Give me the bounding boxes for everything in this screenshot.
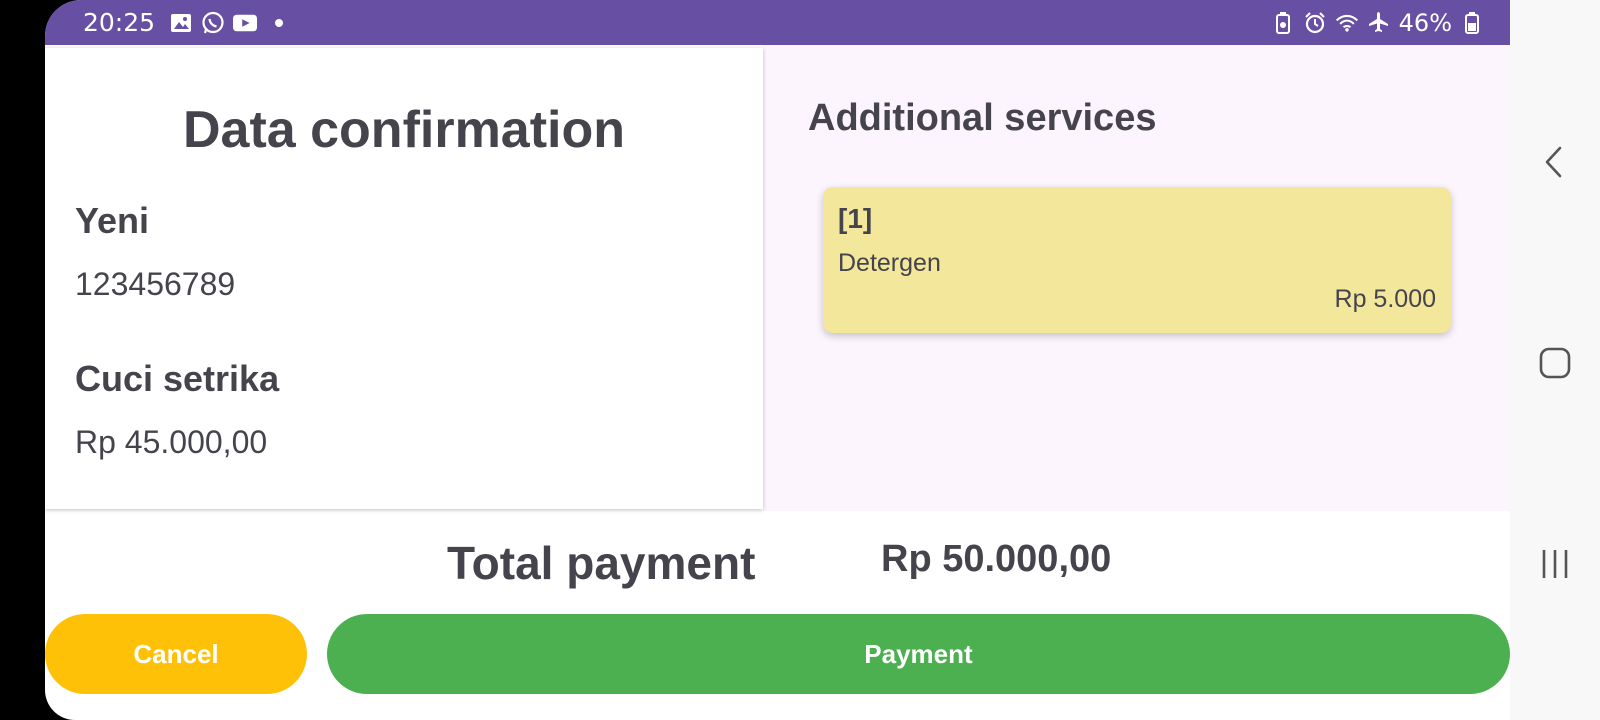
system-nav-bar [1510,0,1600,720]
battery-saver-icon [1271,11,1295,35]
status-bar-right: 46% [1271,9,1484,37]
battery-icon [1460,11,1484,35]
youtube-icon [233,11,258,35]
additional-services-title: Additional services [808,97,1157,139]
status-bar-left: 20:25 [83,8,284,37]
app-screen: 20:25 46% Data confirmation Yeni 1234567… [45,0,1510,720]
item-name: Detergen [838,249,941,277]
recents-icon[interactable] [1525,534,1585,594]
status-time: 20:25 [83,8,156,37]
home-icon[interactable] [1525,333,1585,393]
total-payment-value: Rp 50.000,00 [881,538,1112,580]
airplane-mode-icon [1367,11,1391,35]
payment-button[interactable]: Payment [327,614,1510,694]
whatsapp-icon [201,11,225,35]
service-price: Rp 45.000,00 [75,424,268,460]
confirmation-card: Data confirmation Yeni 123456789 Cuci se… [45,48,763,509]
alarm-icon [1303,11,1327,35]
additional-services-panel: Additional services [1] Detergen Rp 5.00… [763,45,1510,511]
notification-dot [275,18,284,27]
total-payment-label: Total payment [447,537,756,589]
gallery-icon [169,11,193,35]
cancel-button[interactable]: Cancel [45,614,307,694]
service-name: Cuci setrika [75,358,280,399]
item-price: Rp 5.000 [1334,285,1436,313]
status-bar: 20:25 46% [45,0,1510,45]
back-icon[interactable] [1525,132,1585,192]
page-title: Data confirmation [182,101,626,159]
customer-name: Yeni [75,200,150,241]
wifi-icon [1335,11,1359,35]
additional-service-item[interactable]: [1] Detergen Rp 5.000 [823,187,1451,333]
customer-phone: 123456789 [75,266,236,302]
item-index: [1] [838,203,873,234]
battery-percentage: 46% [1398,8,1452,37]
